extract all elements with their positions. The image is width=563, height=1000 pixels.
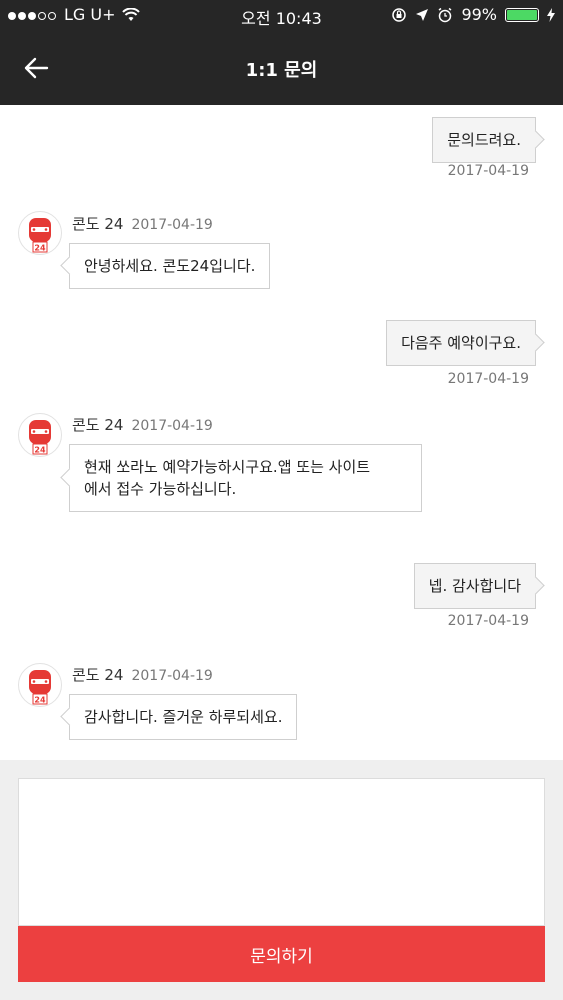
condo24-logo-icon: 24 xyxy=(29,218,51,253)
sender-name: 콘도 24 xyxy=(72,416,124,434)
message-text-line: 현재 쏘라노 예약가능하시구요.앱 또는 사이트 xyxy=(84,458,371,476)
avatar-badge: 24 xyxy=(34,696,46,705)
avatar-badge: 24 xyxy=(34,244,46,253)
nav-bar: 1:1 문의 xyxy=(0,32,563,105)
sender-line: 콘도 24 2017-04-19 xyxy=(72,213,213,234)
charging-icon xyxy=(547,7,555,22)
message-text: 문의드려요. xyxy=(447,131,521,149)
avatar: 24 xyxy=(18,413,62,457)
message-bubble-outgoing: 문의드려요. xyxy=(432,117,536,163)
condo24-logo-icon: 24 xyxy=(29,420,51,455)
status-bar: LG U+ 오전 10:43 99% xyxy=(0,0,563,32)
sender-name: 콘도 24 xyxy=(72,666,124,684)
avatar: 24 xyxy=(18,663,62,707)
message-text: 안녕하세요. 콘도24입니다. xyxy=(84,257,256,275)
location-icon xyxy=(416,8,429,21)
composer-panel: 문의하기 xyxy=(0,760,563,1000)
message-date: 2017-04-19 xyxy=(447,613,529,629)
app-header: LG U+ 오전 10:43 99% 1:1 문의 xyxy=(0,0,563,105)
status-right: 99% xyxy=(391,5,555,24)
avatar: 24 xyxy=(18,211,62,255)
message-date: 2017-04-19 xyxy=(447,371,529,387)
condo24-logo-icon: 24 xyxy=(29,670,51,705)
message-bubble-outgoing: 다음주 예약이구요. xyxy=(386,320,536,366)
chat-thread[interactable]: 문의드려요. 2017-04-19 24 콘도 24 2017-04-19 안녕하… xyxy=(0,105,563,760)
alarm-icon xyxy=(438,7,452,22)
sender-line: 콘도 24 2017-04-19 xyxy=(72,414,213,435)
message-text-line: 에서 접수 가능하십니다. xyxy=(84,480,237,498)
message-date: 2017-04-19 xyxy=(447,163,529,179)
message-bubble-incoming: 감사합니다. 즐거운 하루되세요. xyxy=(69,694,298,740)
inquiry-input-box[interactable] xyxy=(18,778,545,926)
inquiry-input[interactable] xyxy=(19,779,544,925)
page-title: 1:1 문의 xyxy=(245,60,318,81)
sender-name: 콘도 24 xyxy=(72,215,124,233)
avatar-badge: 24 xyxy=(34,446,46,455)
message-bubble-incoming: 현재 쏘라노 예약가능하시구요.앱 또는 사이트 에서 접수 가능하십니다. xyxy=(69,444,422,512)
battery-icon xyxy=(505,7,539,22)
message-bubble-outgoing: 넵. 감사합니다 xyxy=(413,563,536,609)
message-text: 다음주 예약이구요. xyxy=(401,334,521,352)
message-bubble-incoming: 안녕하세요. 콘도24입니다. xyxy=(69,243,271,289)
sender-line: 콘도 24 2017-04-19 xyxy=(72,664,213,685)
message-date: 2017-04-19 xyxy=(131,668,213,684)
message-text: 넵. 감사합니다 xyxy=(428,577,521,595)
submit-inquiry-label: 문의하기 xyxy=(250,946,313,967)
submit-inquiry-button[interactable]: 문의하기 xyxy=(18,926,545,982)
battery-percent: 99% xyxy=(461,5,497,24)
orientation-lock-icon xyxy=(392,7,407,22)
message-date: 2017-04-19 xyxy=(131,217,213,233)
message-date: 2017-04-19 xyxy=(131,418,213,434)
message-text: 감사합니다. 즐거운 하루되세요. xyxy=(84,708,283,726)
